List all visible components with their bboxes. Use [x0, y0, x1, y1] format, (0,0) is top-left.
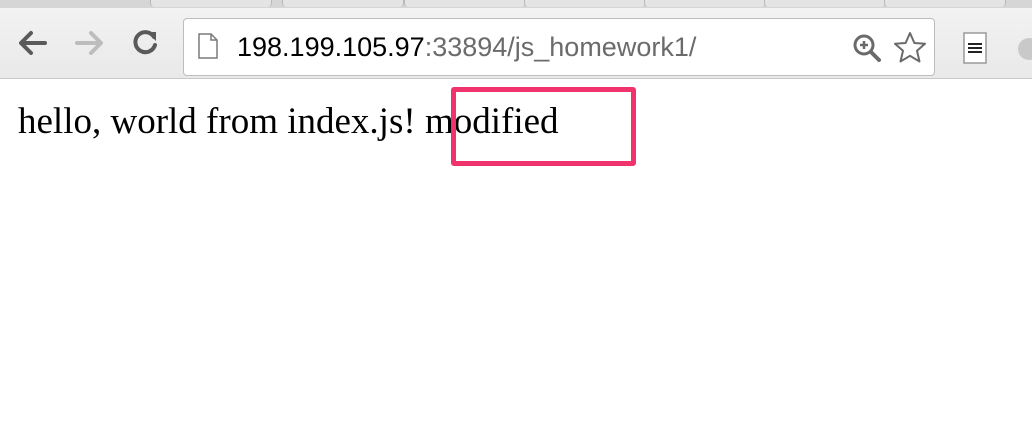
tab[interactable] [404, 0, 526, 7]
highlight-box [451, 87, 636, 166]
reload-icon [133, 30, 157, 55]
star-icon[interactable] [892, 30, 928, 66]
tab[interactable] [644, 0, 766, 7]
url-path: :33894/js_homework1/ [424, 32, 697, 62]
address-bar[interactable]: 198.199.105.97:33894/js_homework1/ [183, 18, 935, 76]
tab[interactable] [884, 0, 1006, 7]
back-button[interactable] [16, 26, 50, 60]
profile-icon[interactable] [1018, 38, 1032, 60]
url-host: 198.199.105.97 [237, 32, 425, 62]
forward-button[interactable] [72, 26, 106, 60]
document-icon[interactable] [962, 32, 988, 64]
page-icon [198, 33, 218, 59]
tab[interactable] [150, 0, 272, 7]
tab[interactable] [282, 0, 404, 7]
tab[interactable] [764, 0, 886, 7]
tab[interactable] [524, 0, 646, 7]
arrow-left-icon [19, 31, 47, 55]
hello-text: hello, world from index.js! [18, 101, 416, 142]
browser-toolbar: 198.199.105.97:33894/js_homework1/ [0, 8, 1032, 79]
arrow-right-icon [75, 31, 103, 55]
url-text[interactable]: 198.199.105.97:33894/js_homework1/ [237, 31, 696, 63]
reload-button[interactable] [128, 26, 162, 60]
zoom-in-icon[interactable] [852, 33, 882, 63]
